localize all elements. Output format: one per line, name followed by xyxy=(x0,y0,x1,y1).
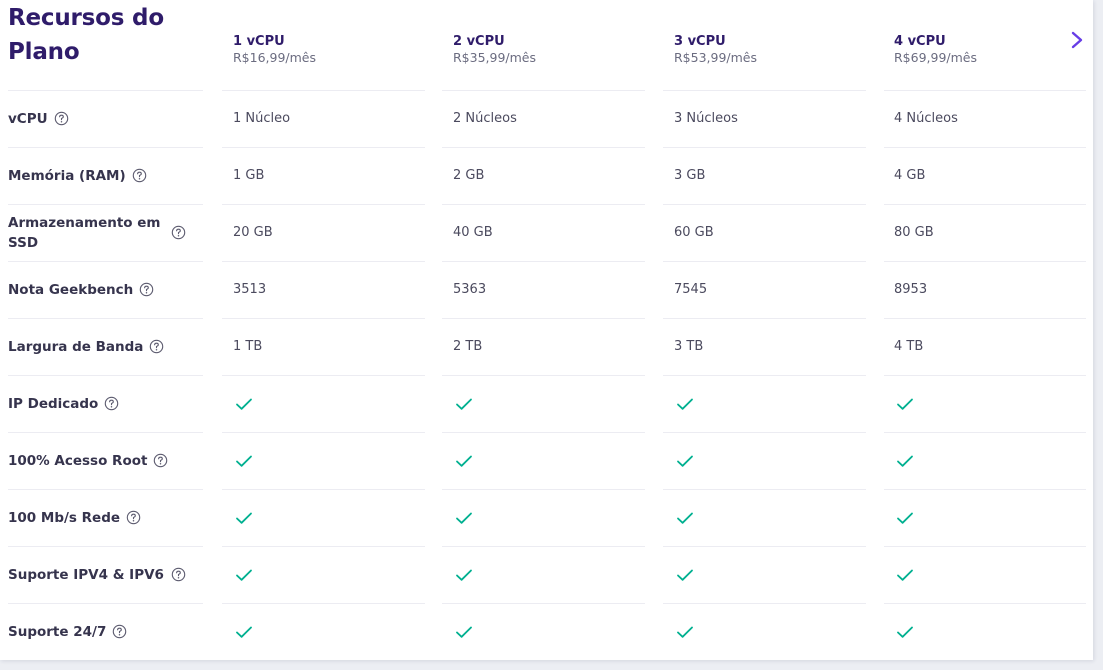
check-icon xyxy=(235,603,253,660)
plan-price: R$53,99/mês xyxy=(674,50,758,65)
feature-row: vCPU 1 Núcleo 2 Núcleos 3 Núcleos 4 Núcleos xyxy=(0,90,1093,147)
feature-value: 3 GB xyxy=(674,168,706,183)
feature-value: 3 Núcleos xyxy=(674,111,738,126)
feature-label-text: 100 Mb/s Rede xyxy=(8,509,121,526)
help-icon[interactable] xyxy=(153,453,168,468)
feature-label: Suporte 24/7 xyxy=(8,603,203,660)
help-icon[interactable] xyxy=(149,339,164,354)
plan-name: 1 vCPU xyxy=(233,34,285,49)
check-icon xyxy=(896,489,914,546)
plan-header-row: Recursos do Plano 1 vCPU R$16,99/mês 2 v… xyxy=(0,0,1093,90)
plan-name: 2 vCPU xyxy=(453,34,505,49)
help-icon[interactable] xyxy=(139,282,154,297)
feature-value: 3 TB xyxy=(674,339,704,354)
feature-label-text: Suporte IPV4 & IPV6 xyxy=(8,566,164,583)
plan-name: 3 vCPU xyxy=(674,34,726,49)
feature-value: 3513 xyxy=(233,282,267,297)
feature-row: Suporte IPV4 & IPV6 xyxy=(0,546,1093,603)
feature-value: 7545 xyxy=(674,282,708,297)
check-icon xyxy=(235,375,253,432)
check-icon xyxy=(676,375,694,432)
feature-label-text: Largura de Banda xyxy=(8,338,144,355)
feature-label-text: 100% Acesso Root xyxy=(8,452,148,469)
check-icon xyxy=(896,375,914,432)
feature-label: Nota Geekbench xyxy=(8,261,203,318)
feature-label: IP Dedicado xyxy=(8,375,203,432)
plan-column-1: 1 vCPU R$16,99/mês xyxy=(233,34,433,66)
check-icon xyxy=(455,546,473,603)
check-icon xyxy=(235,546,253,603)
feature-row: 100 Mb/s Rede xyxy=(0,489,1093,546)
feature-label: 100 Mb/s Rede xyxy=(8,489,203,546)
feature-label: Largura de Banda xyxy=(8,318,203,375)
feature-value: 4 TB xyxy=(894,339,924,354)
help-icon[interactable] xyxy=(104,396,119,411)
feature-value: 60 GB xyxy=(674,225,714,240)
plan-name: 4 vCPU xyxy=(894,34,946,49)
feature-label-text: Nota Geekbench xyxy=(8,281,134,298)
feature-value: 4 Núcleos xyxy=(894,111,958,126)
check-icon xyxy=(455,375,473,432)
feature-row: Suporte 24/7 xyxy=(0,603,1093,660)
feature-value: 5363 xyxy=(453,282,487,297)
check-icon xyxy=(676,489,694,546)
feature-label-text: vCPU xyxy=(8,110,48,127)
plan-column-4: 4 vCPU R$69,99/mês xyxy=(894,34,1093,66)
feature-row: Largura de Banda 1 TB 2 TB 3 TB 4 TB xyxy=(0,318,1093,375)
feature-value: 80 GB xyxy=(894,225,934,240)
plan-price: R$69,99/mês xyxy=(894,50,978,65)
check-icon xyxy=(235,489,253,546)
feature-value: 2 GB xyxy=(453,168,485,183)
feature-value: 40 GB xyxy=(453,225,493,240)
check-icon xyxy=(455,432,473,489)
feature-value: 1 GB xyxy=(233,168,265,183)
feature-value: 4 GB xyxy=(894,168,926,183)
next-plans-button[interactable] xyxy=(1066,28,1088,52)
feature-label-text: Memória (RAM) xyxy=(8,167,126,184)
feature-row: IP Dedicado xyxy=(0,375,1093,432)
feature-value: 1 Núcleo xyxy=(233,111,291,126)
check-icon xyxy=(896,432,914,489)
check-icon xyxy=(455,603,473,660)
check-icon xyxy=(676,603,694,660)
check-icon xyxy=(676,546,694,603)
feature-value: 1 TB xyxy=(233,339,263,354)
check-icon xyxy=(676,432,694,489)
feature-label-text: Suporte 24/7 xyxy=(8,623,107,640)
feature-label: Suporte IPV4 & IPV6 xyxy=(8,546,203,603)
feature-row: Armazenamento em SSD 20 GB 40 GB 60 GB 80 GB xyxy=(0,204,1093,261)
help-icon[interactable] xyxy=(54,111,69,126)
check-icon xyxy=(896,546,914,603)
help-icon[interactable] xyxy=(132,168,147,183)
plan-features-title: Recursos do Plano xyxy=(8,5,164,65)
feature-value: 8953 xyxy=(894,282,928,297)
plan-column-2: 2 vCPU R$35,99/mês xyxy=(453,34,653,66)
help-icon[interactable] xyxy=(126,510,141,525)
chevron-right-icon xyxy=(1071,31,1083,49)
plan-column-3: 3 vCPU R$53,99/mês xyxy=(674,34,874,66)
check-icon xyxy=(896,603,914,660)
check-icon xyxy=(235,432,253,489)
feature-label: 100% Acesso Root xyxy=(8,432,203,489)
feature-label: vCPU xyxy=(8,90,203,147)
plan-price: R$35,99/mês xyxy=(453,50,537,65)
feature-row: Nota Geekbench 3513 5363 7545 8953 xyxy=(0,261,1093,318)
plan-comparison-card: Recursos do Plano 1 vCPU R$16,99/mês 2 v… xyxy=(0,0,1093,660)
feature-value: 20 GB xyxy=(233,225,273,240)
feature-label: Memória (RAM) xyxy=(8,147,203,204)
plan-price: R$16,99/mês xyxy=(233,50,317,65)
check-icon xyxy=(455,489,473,546)
feature-value: 2 TB xyxy=(453,339,483,354)
feature-label: Armazenamento em SSD xyxy=(8,204,203,261)
feature-label-text: IP Dedicado xyxy=(8,395,99,412)
feature-label-text: Armazenamento em SSD xyxy=(8,214,161,251)
feature-row: 100% Acesso Root xyxy=(0,432,1093,489)
feature-row: Memória (RAM) 1 GB 2 GB 3 GB 4 GB xyxy=(0,147,1093,204)
feature-value: 2 Núcleos xyxy=(453,111,517,126)
help-icon[interactable] xyxy=(112,624,127,639)
